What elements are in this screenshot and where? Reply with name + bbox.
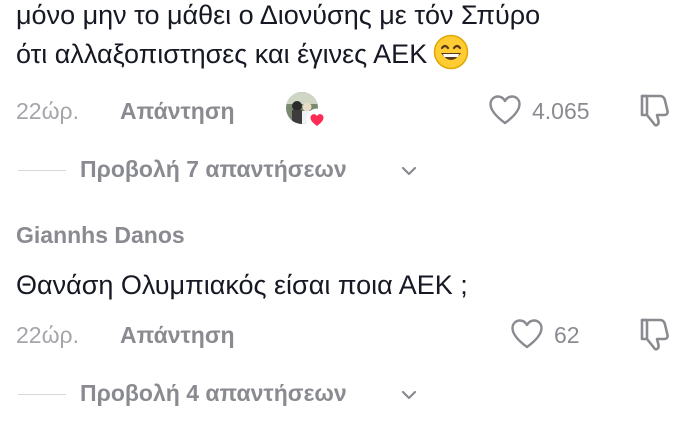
heart-outline-icon bbox=[489, 95, 521, 125]
replies-divider bbox=[18, 394, 66, 395]
comment-2-text: Θανάση Ολυμπιακός είσαι ποια ΑΕΚ ; bbox=[16, 266, 468, 304]
comment-2-time: 22ώρ. bbox=[16, 322, 80, 348]
heart-outline-icon bbox=[511, 319, 543, 349]
replies-divider bbox=[18, 170, 66, 171]
comment-1-line-2-text: ότι αλλαξοπιστησες και έγινες ΑΕΚ bbox=[16, 39, 428, 69]
comment-2-view-replies-label: Προβολή 4 απαντήσεων bbox=[80, 380, 347, 406]
comment-2-reply-button[interactable]: Απάντηση bbox=[120, 322, 235, 349]
comment-2-like-count: 62 bbox=[554, 322, 580, 348]
chevron-down-icon bbox=[401, 390, 417, 400]
dislike-icon[interactable] bbox=[638, 92, 672, 128]
comment-1-line-2: ότι αλλαξοπιστησες και έγινες ΑΕΚ bbox=[16, 34, 540, 73]
dislike-icon[interactable] bbox=[638, 316, 672, 352]
comment-2-line-1: Θανάση Ολυμπιακός είσαι ποια ΑΕΚ ; bbox=[16, 270, 468, 300]
comment-2-username[interactable]: Giannhs Danos bbox=[16, 222, 185, 249]
comment-1-line-1: μόνο μην το μάθει ο Διονύσης με τόν Σπύρ… bbox=[16, 0, 541, 30]
comment-1-text: μόνο μην το μάθει ο Διονύσης με τόν Σπύρ… bbox=[16, 0, 540, 73]
comment-1-actions: 22ώρ. Απάντηση 4.065 bbox=[16, 92, 680, 132]
chevron-down-icon bbox=[401, 166, 417, 176]
heart-badge-icon bbox=[306, 108, 328, 130]
grinning-face-emoji-icon bbox=[433, 34, 469, 70]
comment-2-actions: 22ώρ. Απάντηση 62 bbox=[16, 316, 680, 356]
comment-1-like-count: 4.065 bbox=[532, 98, 590, 124]
comment-1-time: 22ώρ. bbox=[16, 98, 80, 124]
comment-1-reply-button[interactable]: Απάντηση bbox=[120, 98, 235, 125]
creator-liked-badge bbox=[286, 92, 328, 132]
comment-1-view-replies-label: Προβολή 7 απαντήσεων bbox=[80, 156, 347, 182]
